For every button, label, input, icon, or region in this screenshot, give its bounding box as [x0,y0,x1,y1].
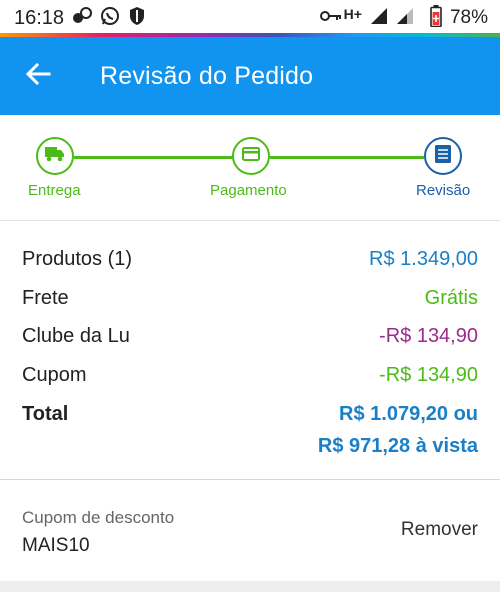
coupon-section: Cupom de desconto MAIS10 Remover [0,481,500,581]
club-label: Clube da Lu [22,325,130,347]
battery-percent: 78% [449,7,488,28]
app-bar: Revisão do Pedido [0,37,500,115]
step-label-revisao: Revisão [416,182,471,199]
vpn-key-icon [319,9,342,28]
truck-icon [45,146,65,167]
summary-row-club: Clube da Lu -R$ 134,90 [22,325,478,348]
summary-row-products: Produtos (1) R$ 1.349,00 [22,248,478,271]
shipping-value: Grátis [424,287,478,309]
bottom-divider [0,581,500,592]
shipping-label: Frete [22,287,69,309]
remove-coupon-button[interactable]: Remover [401,519,478,541]
page-title: Revisão do Pedido [100,61,314,90]
total-value-cash: R$ 971,28 à vista [317,435,478,457]
total-values: R$ 1.079,20 ou R$ 971,28 à vista [318,398,478,462]
step-connector [74,156,234,159]
status-time: 16:18 [14,6,65,29]
list-icon [435,144,451,168]
total-value-installments: R$ 1.079,20 ou [339,403,478,425]
network-type: H+ [343,6,362,22]
coupon-value: -R$ 134,90 [379,364,478,386]
coupon-label: Cupom [22,364,87,386]
arrow-back-icon [25,62,51,91]
products-value: R$ 1.349,00 [369,248,478,270]
total-label: Total [22,403,69,425]
coupon-caption: Cupom de desconto [22,508,175,527]
club-value: -R$ 134,90 [379,325,478,347]
step-label-pagamento: Pagamento [210,182,287,199]
step-connector [270,156,424,159]
battery-icon [430,4,442,32]
status-left: 16:18 [14,6,146,31]
whatsapp-icon [100,6,120,31]
notification-icon [72,6,93,30]
step-label-entrega: Entrega [28,182,81,199]
products-label: Produtos (1) [22,248,133,270]
back-button[interactable] [0,37,76,115]
summary-row-total: Total R$ 1.079,20 ou R$ 971,28 à vista [22,398,478,462]
shield-icon [128,6,146,31]
step-entrega[interactable] [36,137,74,175]
signal-icon [370,7,388,30]
credit-card-icon [242,146,260,166]
status-bar: 16:18 H+ 78% [0,0,500,36]
summary-row-shipping: Frete Grátis [22,287,478,310]
coupon-code: MAIS10 [22,535,90,556]
order-summary: Produtos (1) R$ 1.349,00 Frete Grátis Cl… [0,222,500,480]
step-revisao[interactable] [424,137,462,175]
summary-row-coupon: Cupom -R$ 134,90 [22,364,478,387]
step-pagamento[interactable] [232,137,270,175]
checkout-stepper: Entrega Pagamento Revisão [0,115,500,221]
status-right: H+ 78% [319,4,488,32]
signal-icon [396,7,414,30]
